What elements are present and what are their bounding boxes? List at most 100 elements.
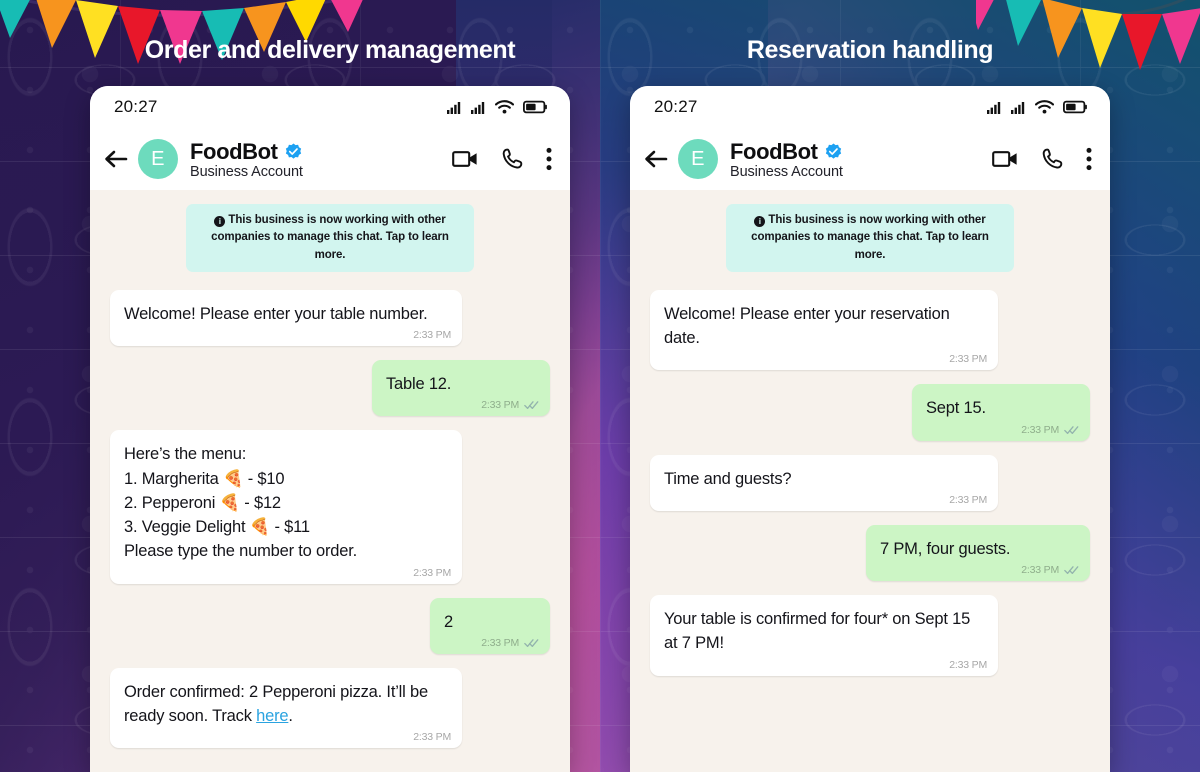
message-row: 7 PM, four guests. 2:33 PM <box>650 524 1090 581</box>
status-bar-icons <box>447 100 548 114</box>
chat-bubble-incoming: Welcome! Please enter your table number.… <box>110 289 462 346</box>
phone-call-icon[interactable] <box>1042 148 1063 170</box>
back-arrow-icon[interactable] <box>644 149 678 169</box>
chat-header-text: FoodBot Business Account <box>190 139 452 180</box>
status-bar: 20:27 <box>90 86 570 128</box>
more-options-icon[interactable] <box>546 147 552 171</box>
message-text: 7 PM, four guests. <box>880 539 1011 558</box>
message-text: Welcome! Please enter your table number. <box>124 304 428 323</box>
message-text: Table 12. <box>386 375 452 393</box>
message-timestamp: 2:33 PM <box>413 329 451 341</box>
signal-icon <box>987 101 1002 114</box>
message-row: Sept 15. 2:33 PM <box>650 384 1090 441</box>
wifi-icon <box>1035 100 1054 114</box>
contact-name-row: FoodBot <box>190 139 452 165</box>
message-meta: 2:33 PM <box>413 329 451 341</box>
message-text: Sept 15. <box>926 399 986 418</box>
chat-bubble-incoming: Time and guests? 2:33 PM <box>650 454 998 511</box>
signal-icon <box>447 101 462 114</box>
chat-bubble-outgoing: Table 12. 2:33 PM <box>372 360 550 417</box>
message-timestamp: 2:33 PM <box>481 636 519 649</box>
status-bar-time: 20:27 <box>654 97 698 116</box>
chat-bubble-incoming-reservation-confirmed: Your table is confirmed for four* on Sep… <box>650 595 998 676</box>
message-text: Here’s the menu: 1. Margherita 🍕 - $10 2… <box>124 445 357 561</box>
message-timestamp: 2:33 PM <box>1021 564 1059 576</box>
signal-icon <box>471 101 486 114</box>
chat-header-actions <box>992 147 1092 171</box>
panel-title-order-delivery: Order and delivery management <box>144 36 516 64</box>
read-receipt-icon <box>524 400 539 410</box>
contact-subtitle: Business Account <box>730 163 843 180</box>
message-timestamp: 2:33 PM <box>413 731 451 744</box>
avatar[interactable]: E <box>678 139 718 179</box>
info-icon: i <box>754 216 766 227</box>
message-meta: 2:33 PM <box>949 353 987 365</box>
battery-icon <box>523 100 548 114</box>
contact-name: FoodBot <box>730 138 818 164</box>
contact-name-row: FoodBot <box>730 139 992 165</box>
panel-title-reservation-handling: Reservation handling <box>746 36 994 64</box>
message-timestamp: 2:33 PM <box>949 658 987 671</box>
message-row: Table 12. 2:33 PM <box>110 360 550 417</box>
video-call-icon[interactable] <box>992 149 1019 169</box>
avatar[interactable]: E <box>138 139 178 179</box>
message-row: 2 2:33 PM <box>110 597 550 654</box>
message-timestamp: 2:33 PM <box>413 566 451 579</box>
business-notice-banner[interactable]: i This business is now working with other… <box>726 204 1014 272</box>
message-meta: 2:33 PM <box>949 659 987 671</box>
message-row: Welcome! Please enter your reservation d… <box>650 289 1090 371</box>
status-bar-time: 20:27 <box>114 97 158 116</box>
signal-icon <box>1011 101 1026 114</box>
message-text: 2 <box>444 612 453 631</box>
chat-header: E FoodBot Business Account <box>90 128 570 190</box>
phone-mockup-order-delivery: 20:27 E FoodBot Business Account i This … <box>90 86 570 772</box>
verified-badge-icon <box>285 143 302 160</box>
read-receipt-icon <box>524 638 539 648</box>
message-meta: 2:33 PM <box>413 731 451 743</box>
verified-badge-icon <box>825 143 842 160</box>
chat-bubble-incoming-menu: Here’s the menu: 1. Margherita 🍕 - $10 2… <box>110 430 462 584</box>
chat-bubble-incoming: Welcome! Please enter your reservation d… <box>650 289 998 371</box>
message-text: Welcome! Please enter your reservation d… <box>664 304 950 347</box>
message-row: Here’s the menu: 1. Margherita 🍕 - $10 2… <box>110 430 550 584</box>
more-options-icon[interactable] <box>1086 147 1092 171</box>
message-meta: 2:33 PM <box>949 494 987 506</box>
message-row: Time and guests? 2:33 PM <box>650 454 1090 511</box>
message-meta: 2:33 PM <box>481 637 539 649</box>
message-row: Your table is confirmed for four* on Sep… <box>650 595 1090 676</box>
back-arrow-icon[interactable] <box>104 149 138 169</box>
message-meta: 2:33 PM <box>481 399 539 411</box>
message-text[interactable]: Order confirmed: 2 Pepperoni pizza. It’l… <box>124 680 448 729</box>
chat-header: E FoodBot Business Account <box>630 128 1110 190</box>
business-notice-banner[interactable]: i This business is now working with other… <box>186 204 474 272</box>
video-call-icon[interactable] <box>452 149 479 169</box>
chat-message-list: i This business is now working with other… <box>90 190 570 772</box>
message-row: Welcome! Please enter your table number.… <box>110 289 550 346</box>
chat-header-text: FoodBot Business Account <box>730 139 992 180</box>
business-notice-text: This business is now working with other … <box>211 214 449 261</box>
chat-message-list: i This business is now working with other… <box>630 190 1110 772</box>
info-icon: i <box>214 216 226 227</box>
message-timestamp: 2:33 PM <box>949 353 987 366</box>
wifi-icon <box>495 100 514 114</box>
message-text: Time and guests? <box>664 469 792 488</box>
business-notice-text: This business is now working with other … <box>751 214 989 261</box>
message-timestamp: 2:33 PM <box>481 399 519 412</box>
message-meta: 2:33 PM <box>413 567 451 579</box>
message-timestamp: 2:33 PM <box>949 493 987 506</box>
battery-icon <box>1063 100 1088 114</box>
message-meta: 2:33 PM <box>1021 424 1079 436</box>
read-receipt-icon <box>1064 425 1079 435</box>
phone-mockup-reservation: 20:27 E FoodBot Business Account i This … <box>630 86 1110 772</box>
read-receipt-icon <box>1064 565 1079 575</box>
phone-call-icon[interactable] <box>502 148 523 170</box>
status-bar-icons <box>987 100 1088 114</box>
chat-bubble-outgoing: 2 2:33 PM <box>430 597 550 654</box>
message-row: Order confirmed: 2 Pepperoni pizza. It’l… <box>110 667 550 749</box>
message-timestamp: 2:33 PM <box>1021 423 1059 436</box>
chat-bubble-incoming-order-confirmed: Order confirmed: 2 Pepperoni pizza. It’l… <box>110 667 462 749</box>
chat-header-actions <box>452 147 552 171</box>
contact-subtitle: Business Account <box>190 163 303 180</box>
chat-bubble-outgoing: 7 PM, four guests. 2:33 PM <box>866 524 1090 581</box>
message-meta: 2:33 PM <box>1021 564 1079 576</box>
